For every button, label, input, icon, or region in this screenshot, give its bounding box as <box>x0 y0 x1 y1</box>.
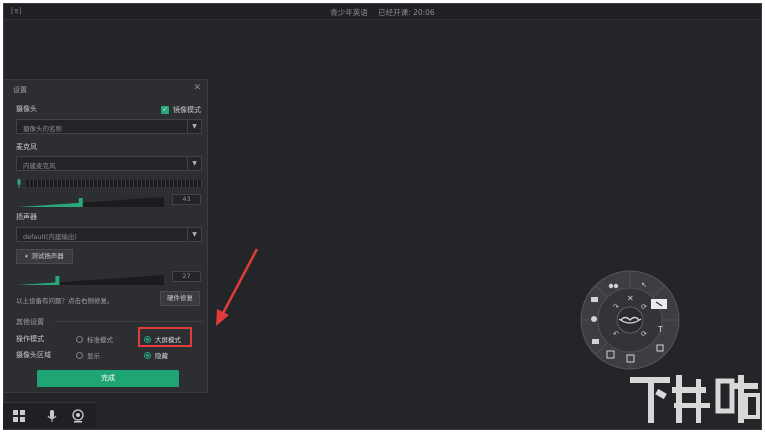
speaker-volume-value: 27 <box>172 271 201 282</box>
settings-panel: 设置 ✕ 摄像头 ✓ 镜像模式 摄像头的名称 ▼ 麦克风 内建麦克风 ▼ 43 … <box>3 79 208 393</box>
svg-text:↖: ↖ <box>641 281 647 289</box>
radio-standard-mode[interactable]: 标准模式 <box>76 334 113 344</box>
done-button[interactable]: 完成 <box>37 370 179 387</box>
class-timer: 已经开课: 20:06 <box>378 8 435 17</box>
radio-icon <box>76 351 83 359</box>
speaker-select-value: default(内建输出) <box>23 233 77 241</box>
speaker-label: 扬声器 <box>16 213 37 221</box>
speaker-volume-slider[interactable] <box>18 271 164 285</box>
camera-label: 摄像头 <box>16 105 37 113</box>
watermark-logo <box>630 373 760 428</box>
microphone-level-icon <box>17 179 21 188</box>
chevron-down-icon: ▼ <box>187 157 201 170</box>
mirror-mode-label: 镜像模式 <box>173 106 201 114</box>
course-title: 青少年英语 <box>330 8 368 17</box>
chevron-down-icon: ▼ <box>187 120 201 133</box>
svg-text:⟳: ⟳ <box>641 303 647 311</box>
microphone-volume-slider[interactable] <box>18 193 164 207</box>
radio-icon <box>144 351 151 359</box>
camera-select[interactable]: 摄像头的名称 ▼ <box>16 119 202 134</box>
radio-show-camera-label: 显示 <box>87 352 100 360</box>
device-hint: 以上设备有问题？点击右侧修复。 <box>16 297 114 305</box>
chevron-down-icon: ▼ <box>187 228 201 241</box>
radio-standard-mode-label: 标准模式 <box>87 336 113 344</box>
tool-wheel[interactable]: ✕ ⟳ ⟳ ↶ ↷ T ↖ <box>579 269 681 371</box>
speaker-icon: 🔈︎ <box>25 252 30 260</box>
close-icon[interactable]: ✕ <box>193 83 201 93</box>
test-speaker-label: 测试扬声器 <box>31 252 64 260</box>
svg-text:⟳: ⟳ <box>641 330 647 338</box>
microphone-label: 麦克风 <box>16 143 37 151</box>
divider <box>54 321 204 322</box>
operation-mode-label: 操作模式 <box>16 335 44 343</box>
radio-icon <box>76 335 83 343</box>
camera-area-label: 摄像头区域 <box>16 351 51 359</box>
other-settings-label: 其他设置 <box>16 318 44 326</box>
grid-icon[interactable] <box>12 409 26 423</box>
microphone-level-meter <box>26 180 202 187</box>
session-info: 青少年英语 已经开课: 20:06 <box>4 7 761 18</box>
radio-hide-camera[interactable]: 隐藏 <box>144 350 168 360</box>
microphone-select[interactable]: 内建麦克风 ▼ <box>16 156 202 171</box>
speaker-select[interactable]: default(内建输出) ▼ <box>16 227 202 242</box>
settings-title: 设置 <box>13 86 27 94</box>
svg-text:↷: ↷ <box>613 303 619 311</box>
webcam-icon[interactable] <box>71 409 85 423</box>
camera-select-value: 摄像头的名称 <box>23 125 62 133</box>
microphone-select-value: 内建麦克风 <box>23 162 56 170</box>
microphone-volume-value: 43 <box>172 194 201 205</box>
hardware-repair-button[interactable]: 硬件修复 <box>160 291 200 306</box>
highlight-box <box>138 327 192 347</box>
radio-show-camera[interactable]: 显示 <box>76 350 100 360</box>
mirror-mode-checkbox[interactable]: ✓ 镜像模式 <box>161 105 201 115</box>
title-bar: [≡] 青少年英语 已经开课: 20:06 <box>4 4 761 20</box>
bottom-toolbar <box>3 402 96 429</box>
svg-text:✕: ✕ <box>627 294 634 303</box>
checkbox-icon: ✓ <box>161 106 169 114</box>
test-speaker-button[interactable]: 🔈︎ 测试扬声器 <box>16 249 73 264</box>
microphone-icon[interactable] <box>45 409 59 423</box>
svg-text:↶: ↶ <box>613 330 619 338</box>
radio-hide-camera-label: 隐藏 <box>155 352 168 360</box>
svg-text:T: T <box>657 325 663 334</box>
